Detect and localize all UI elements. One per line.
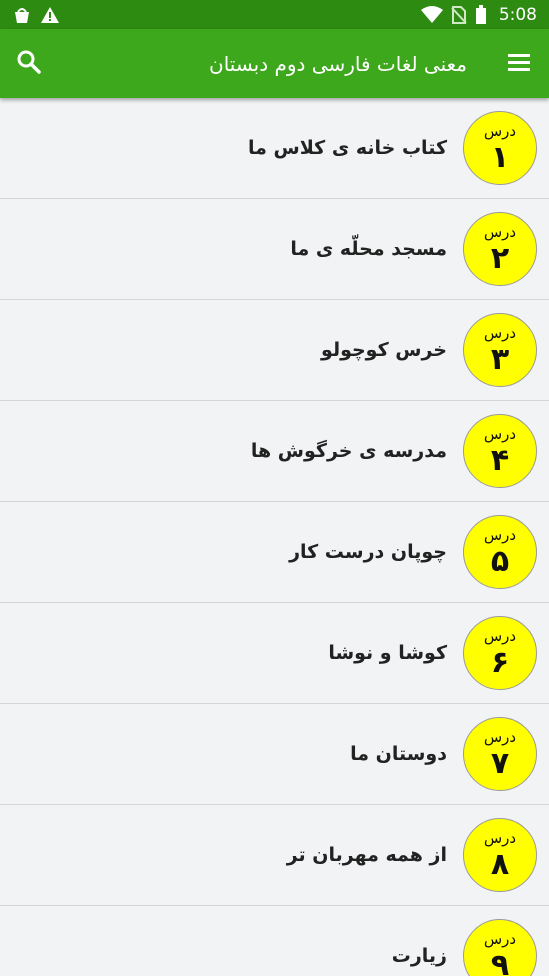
badge-word: درس (483, 425, 517, 443)
lesson-number-badge: درس ۷ (463, 717, 537, 791)
search-icon[interactable] (16, 49, 42, 79)
lesson-number-badge: درس ۴ (463, 414, 537, 488)
lesson-number: ۴ (490, 443, 510, 478)
lesson-title: زیارت (391, 945, 447, 967)
lesson-title: دوستان ما (350, 743, 447, 765)
badge-word: درس (483, 829, 517, 847)
lesson-number: ۵ (490, 544, 510, 579)
status-bar: 5:08 (0, 0, 549, 29)
lesson-number-badge: درس ۸ (463, 818, 537, 892)
lesson-row[interactable]: درس ۵ چوپان درست کار (0, 502, 549, 603)
badge-word: درس (483, 728, 517, 746)
badge-word: درس (483, 122, 517, 140)
shopping-bag-icon (12, 6, 32, 24)
no-sim-icon (451, 5, 467, 24)
lesson-row[interactable]: درس ۴ مدرسه ی خرگوش ها (0, 401, 549, 502)
lesson-number-badge: درس ۱ (463, 111, 537, 185)
lesson-row[interactable]: درس ۶ کوشا و نوشا (0, 603, 549, 704)
lesson-title: خرس کوچولو (321, 339, 447, 361)
lesson-number-badge: درس ۶ (463, 616, 537, 690)
lesson-row[interactable]: درس ۳ خرس کوچولو (0, 300, 549, 401)
lesson-row[interactable]: درس ۹ زیارت (0, 906, 549, 976)
lesson-row[interactable]: درس ۲ مسجد محلّه ی ما (0, 199, 549, 300)
lesson-number-badge: درس ۲ (463, 212, 537, 286)
lesson-row[interactable]: درس ۸ از همه مهربان تر (0, 805, 549, 906)
badge-word: درس (483, 627, 517, 645)
badge-word: درس (483, 930, 517, 948)
lesson-title: از همه مهربان تر (286, 844, 447, 866)
status-left (12, 6, 60, 24)
lesson-title: مدرسه ی خرگوش ها (250, 440, 447, 462)
lesson-row[interactable]: درس ۱ کتاب خانه ی کلاس ما (0, 98, 549, 199)
lesson-number-badge: درس ۹ (463, 919, 537, 976)
lesson-number: ۱ (490, 140, 510, 175)
lesson-number-badge: درس ۵ (463, 515, 537, 589)
wifi-icon (420, 5, 443, 24)
badge-word: درس (483, 324, 517, 342)
lesson-number: ۲ (490, 241, 510, 276)
lesson-title: مسجد محلّه ی ما (290, 238, 447, 260)
lesson-row[interactable]: درس ۷ دوستان ما (0, 704, 549, 805)
menu-icon[interactable] (507, 52, 531, 76)
app-title: معنی لغات فارسی دوم دبستان (209, 51, 467, 76)
status-time: 5:08 (498, 4, 537, 25)
lesson-number-badge: درس ۳ (463, 313, 537, 387)
lesson-title: کوشا و نوشا (328, 642, 447, 664)
lesson-title: کتاب خانه ی کلاس ما (248, 137, 447, 159)
lesson-number: ۸ (490, 847, 510, 882)
warning-icon (40, 6, 60, 24)
badge-word: درس (483, 223, 517, 241)
lesson-list: درس ۱ کتاب خانه ی کلاس ما درس ۲ مسجد محلّه ی … (0, 98, 549, 976)
status-right: 5:08 (420, 4, 537, 25)
lesson-number: ۷ (490, 746, 510, 781)
lesson-title: چوپان درست کار (289, 541, 447, 563)
app-bar: معنی لغات فارسی دوم دبستان (0, 29, 549, 98)
lesson-number: ۹ (490, 948, 510, 976)
lesson-number: ۳ (490, 342, 510, 377)
lesson-number: ۶ (490, 645, 510, 680)
battery-icon (475, 4, 487, 25)
badge-word: درس (483, 526, 517, 544)
